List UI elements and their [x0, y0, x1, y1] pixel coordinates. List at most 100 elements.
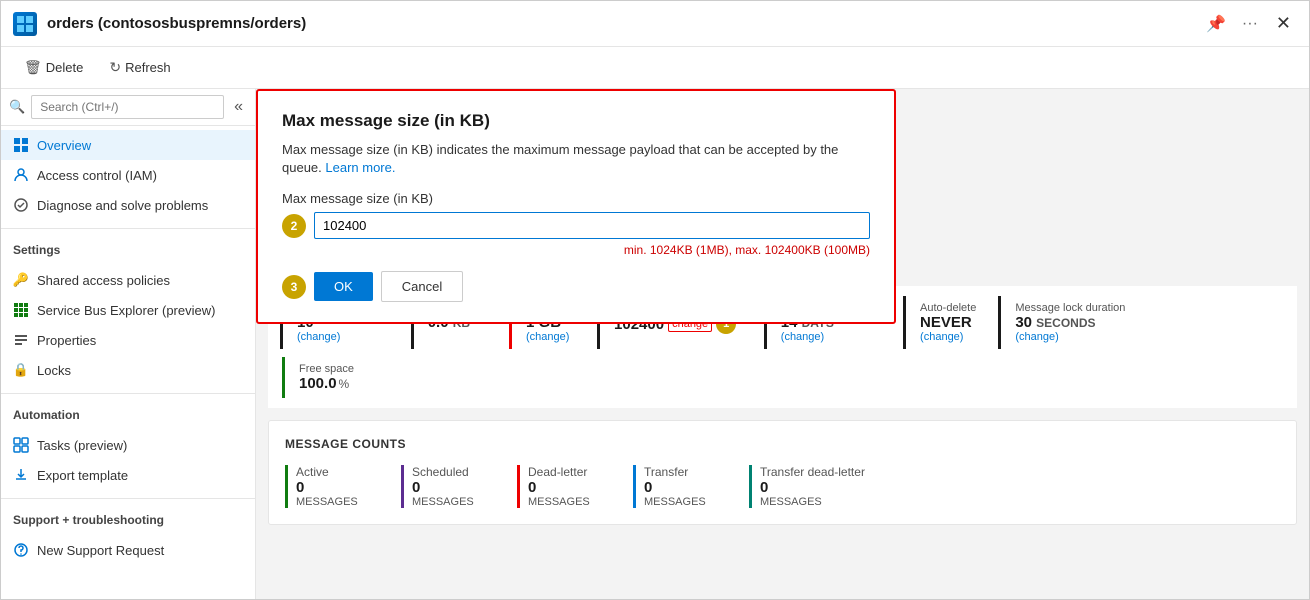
sidebar-item-label: Shared access policies [37, 273, 170, 288]
overview-icon [13, 137, 29, 153]
dialog-actions: 3 OK Cancel [282, 271, 870, 302]
refresh-label: Refresh [125, 60, 171, 75]
page-title: orders (contososbuspremns/orders) [47, 15, 1202, 32]
refresh-button[interactable]: ↻ Refresh [98, 53, 181, 82]
sidebar-item-label: Properties [37, 333, 96, 348]
sidebar-item-properties[interactable]: Properties [1, 325, 255, 355]
delete-button[interactable]: 🗑 Delete [13, 53, 94, 82]
msg-count-value: 0 [528, 479, 617, 496]
msg-count-deadletter: Dead-letter 0 MESSAGES [517, 465, 617, 508]
policies-icon: 🔑 [13, 272, 29, 288]
sidebar-item-locks[interactable]: 🔒 Locks [1, 355, 255, 385]
metric-change-link[interactable]: (change) [1015, 331, 1125, 343]
content-area: Max message size (in KB) Max message siz… [256, 89, 1309, 599]
msg-count-value: 0 [760, 479, 865, 496]
collapse-button[interactable]: « [230, 96, 247, 118]
title-bar: orders (contososbuspremns/orders) 📌 ··· … [1, 1, 1309, 47]
step-2-badge: 2 [282, 214, 306, 238]
metric-change-link[interactable]: (change) [297, 331, 389, 343]
msg-count-value: 0 [412, 479, 501, 496]
explorer-icon [13, 302, 29, 318]
cancel-button[interactable]: Cancel [381, 271, 463, 302]
free-space-unit: % [339, 377, 350, 391]
nav-section-main: Overview Access control (IAM) Diagnose a… [1, 126, 255, 224]
sidebar: 🔍 « Overview Access control (IAM) [1, 89, 256, 599]
more-button[interactable]: ··· [1238, 13, 1262, 35]
sidebar-item-label: Overview [37, 138, 91, 153]
step-3-badge: 3 [282, 275, 306, 299]
msg-count-unit: MESSAGES [760, 496, 865, 508]
sidebar-item-tasks[interactable]: Tasks (preview) [1, 430, 255, 460]
msg-count-unit: MESSAGES [412, 496, 501, 508]
close-button[interactable]: ✕ [1270, 11, 1297, 36]
metric-lock-duration: Message lock duration 30 SECONDS (change… [998, 296, 1139, 349]
sidebar-item-label: Service Bus Explorer (preview) [37, 303, 215, 318]
sidebar-item-label: Locks [37, 363, 71, 378]
search-bar: 🔍 « [1, 89, 255, 126]
metric-free-space: Free space 100.0 % [282, 357, 368, 398]
sidebar-item-diagnose[interactable]: Diagnose and solve problems [1, 190, 255, 220]
msg-count-label: Scheduled [412, 465, 501, 479]
free-space-label: Free space [299, 363, 354, 375]
divider-automation [1, 393, 255, 394]
learn-more-link[interactable]: Learn more. [325, 160, 395, 175]
sidebar-item-support[interactable]: New Support Request [1, 535, 255, 565]
support-icon [13, 542, 29, 558]
divider-support [1, 498, 255, 499]
sidebar-item-overview[interactable]: Overview [1, 130, 255, 160]
sidebar-item-iam[interactable]: Access control (IAM) [1, 160, 255, 190]
sidebar-item-label: Access control (IAM) [37, 168, 157, 183]
dialog-title: Max message size (in KB) [282, 111, 870, 131]
diagnose-icon [13, 197, 29, 213]
metric-change-link[interactable]: (change) [920, 331, 976, 343]
msg-count-label: Active [296, 465, 385, 479]
msg-counts-grid: Active 0 MESSAGES Scheduled 0 MESSAGES D… [285, 465, 1280, 508]
metric-auto-delete: Auto-delete NEVER (change) [903, 296, 990, 349]
app-window: orders (contososbuspremns/orders) 📌 ··· … [0, 0, 1310, 600]
app-icon [13, 12, 37, 36]
sidebar-item-label: Tasks (preview) [37, 438, 127, 453]
msg-count-unit: MESSAGES [528, 496, 617, 508]
metric-label: Message lock duration [1015, 302, 1125, 314]
locks-icon: 🔒 [13, 362, 29, 378]
dialog-input-label: Max message size (in KB) [282, 191, 870, 206]
export-icon [13, 467, 29, 483]
metric-change-link[interactable]: (change) [781, 331, 881, 343]
settings-section-header: Settings [1, 233, 255, 261]
dialog-hint: min. 1024KB (1MB), max. 102400KB (100MB) [282, 243, 870, 257]
msg-count-label: Transfer [644, 465, 733, 479]
dialog-description: Max message size (in KB) indicates the m… [282, 141, 870, 177]
msg-count-active: Active 0 MESSAGES [285, 465, 385, 508]
msg-count-transfer: Transfer 0 MESSAGES [633, 465, 733, 508]
delete-icon: 🗑 [24, 59, 42, 76]
sidebar-item-policies[interactable]: 🔑 Shared access policies [1, 265, 255, 295]
sidebar-item-label: Export template [37, 468, 128, 483]
max-message-size-input[interactable] [314, 212, 870, 239]
refresh-icon: ↻ [109, 59, 121, 76]
nav-section-automation: Tasks (preview) Export template [1, 426, 255, 494]
dialog-box: Max message size (in KB) Max message siz… [256, 89, 896, 324]
free-space-row: Free space 100.0 % [280, 357, 1285, 398]
delete-label: Delete [46, 60, 84, 75]
sidebar-item-explorer[interactable]: Service Bus Explorer (preview) [1, 295, 255, 325]
main-layout: 🔍 « Overview Access control (IAM) [1, 89, 1309, 599]
divider-settings [1, 228, 255, 229]
search-input[interactable] [31, 95, 224, 119]
dialog-input-row: 2 [282, 212, 870, 239]
pin-button[interactable]: 📌 [1202, 12, 1230, 36]
msg-count-unit: MESSAGES [296, 496, 385, 508]
msg-count-transfer-deadletter: Transfer dead-letter 0 MESSAGES [749, 465, 865, 508]
sidebar-item-label: New Support Request [37, 543, 164, 558]
msg-count-value: 0 [296, 479, 385, 496]
automation-section-header: Automation [1, 398, 255, 426]
properties-icon [13, 332, 29, 348]
metric-change-link[interactable]: (change) [526, 331, 575, 343]
ok-button[interactable]: OK [314, 272, 373, 301]
search-icon: 🔍 [9, 99, 25, 115]
toolbar: 🗑 Delete ↻ Refresh [1, 47, 1309, 89]
msg-count-unit: MESSAGES [644, 496, 733, 508]
title-bar-actions: 📌 ··· ✕ [1202, 11, 1297, 36]
msg-count-value: 0 [644, 479, 733, 496]
sidebar-item-label: Diagnose and solve problems [37, 198, 208, 213]
sidebar-item-export[interactable]: Export template [1, 460, 255, 490]
